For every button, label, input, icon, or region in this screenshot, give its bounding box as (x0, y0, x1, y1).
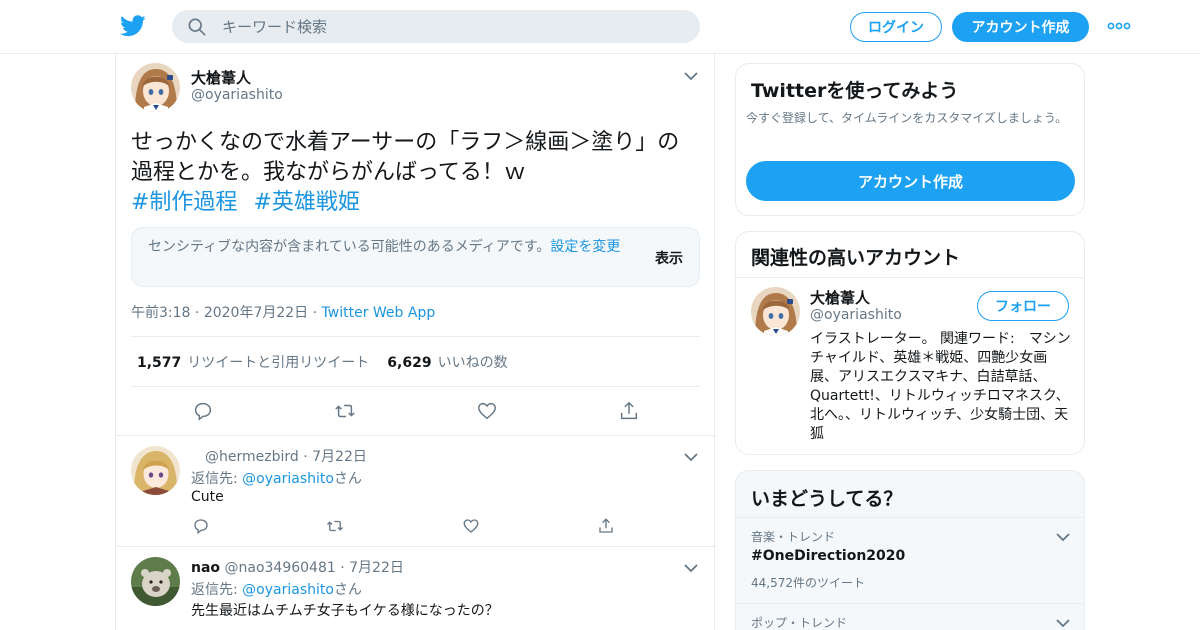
signup-card-button[interactable]: アカウント作成 (746, 161, 1075, 201)
show-media-button[interactable]: 表示 (655, 248, 683, 268)
hashtag-link[interactable]: #英雄戦姫 (253, 190, 359, 215)
related-accounts-card: 関連性の高いアカウント 大槍葦人 @oyariashito フォロー イラストレ… (735, 231, 1085, 455)
signup-button[interactable]: アカウント作成 (952, 12, 1089, 42)
avatar[interactable] (751, 287, 800, 336)
like-heart-icon[interactable] (476, 400, 498, 422)
chevron-down-icon[interactable] (684, 452, 698, 462)
tweet-source-link[interactable]: Twitter Web App (322, 305, 436, 321)
sensitive-settings-link[interactable]: 設定を変更 (550, 239, 620, 255)
tweet-actions (116, 400, 716, 422)
reply-icon[interactable] (192, 517, 210, 535)
hashtag-link[interactable]: #制作過程 (131, 190, 237, 215)
avatar[interactable] (131, 557, 180, 606)
trend-item[interactable]: ポップ・トレンド (736, 603, 1084, 630)
related-account-handle[interactable]: @oyariashito (810, 307, 902, 323)
main-timeline: 大槍葦人 @oyariashito せっかくなので水着アーサーの「ラフ＞線画＞塗… (115, 54, 716, 630)
divider (131, 386, 700, 387)
avatar-photo (131, 557, 180, 606)
divider (736, 277, 1084, 278)
related-accounts-title: 関連性の高いアカウント (751, 247, 961, 269)
chevron-down-icon[interactable] (1056, 532, 1070, 542)
trends-title: いまどうしてる？ (751, 488, 903, 510)
reply-header: @hermezbird · 7月22日 (205, 449, 367, 465)
reply-to-line: 返信先: @oyariashitoさん (191, 582, 362, 598)
reply-text: Cute (191, 489, 224, 505)
tweet-time[interactable]: 午前3:18 (131, 305, 190, 321)
login-button[interactable]: ログイン (850, 12, 942, 42)
reply-author-handle[interactable]: @hermezbird (205, 449, 299, 465)
reply-tweet[interactable]: @hermezbird · 7月22日 返信先: @oyariashitoさん … (116, 435, 716, 546)
signup-card-subtitle: 今すぐ登録して、タイムラインをカスタマイズしましょう。 (746, 111, 1068, 125)
reply-to-link[interactable]: @oyariashito (242, 582, 334, 598)
search-input[interactable] (222, 10, 682, 43)
more-icon[interactable] (1107, 18, 1131, 34)
reply-header: nao @nao34960481 · 7月22日 (191, 560, 404, 576)
tweet-stats: 1,577 リツイートと引用リツイート 6,629 いいねの数 (137, 352, 508, 372)
search-box[interactable] (172, 10, 700, 43)
retweet-icon[interactable] (334, 400, 356, 422)
search-icon (188, 18, 206, 36)
reply-author-name[interactable]: nao (191, 560, 220, 576)
reply-text: 先生最近はムチムチ女子もイケる様になったの？ (191, 603, 499, 619)
share-icon[interactable] (597, 517, 615, 535)
trend-category: 音楽・トレンド (751, 530, 836, 544)
avatar-illustration (131, 446, 180, 495)
related-account-bio: イラストレーター。 関連ワード: マシンチャイルド、英雄＊戦姫、四艶少女画展、ア… (810, 331, 1071, 442)
avatar[interactable] (131, 446, 180, 495)
reply-icon[interactable] (192, 400, 214, 422)
like-label: いいねの数 (437, 355, 508, 371)
tweet-author-name[interactable]: 大槍葦人 (191, 67, 251, 88)
sensitive-media-notice: センシティブな内容が含まれている可能性のあるメディアです。設定を変更 表示 (131, 227, 700, 287)
reply-to-link[interactable]: @oyariashito (242, 471, 334, 487)
follow-button[interactable]: フォロー (977, 291, 1069, 321)
trend-name[interactable]: #OneDirection2020 (751, 548, 905, 564)
divider (131, 336, 700, 337)
twitter-bird-icon[interactable] (120, 14, 146, 38)
avatar-illustration (751, 287, 800, 336)
top-bar: ログイン アカウント作成 (0, 0, 1200, 54)
like-stat[interactable]: 6,629 いいねの数 (387, 355, 507, 371)
related-account-name[interactable]: 大槍葦人 (810, 287, 870, 308)
trend-count: 44,572件のツイート (751, 576, 865, 590)
chevron-down-icon[interactable] (684, 71, 698, 81)
retweet-stat[interactable]: 1,577 リツイートと引用リツイート (137, 355, 369, 371)
retweet-count: 1,577 (137, 355, 182, 371)
avatar[interactable] (131, 63, 180, 112)
avatar-illustration (131, 63, 180, 112)
share-icon[interactable] (618, 400, 640, 422)
reply-date[interactable]: 7月22日 (312, 449, 367, 465)
like-heart-icon[interactable] (462, 517, 480, 535)
tweet-meta: 午前3:18 · 2020年7月22日 · Twitter Web App (131, 305, 436, 321)
sensitive-message: センシティブな内容が含まれている可能性のあるメディアです。設定を変更 (148, 238, 638, 257)
reply-tweet[interactable]: nao @nao34960481 · 7月22日 返信先: @oyariashi… (116, 546, 716, 630)
retweet-label: リツイートと引用リツイート (187, 355, 370, 371)
reply-date[interactable]: 7月22日 (349, 560, 404, 576)
like-count: 6,629 (387, 355, 432, 371)
trend-category: ポップ・トレンド (751, 616, 848, 630)
trends-card: いまどうしてる？ 音楽・トレンド #OneDirection2020 44,57… (735, 470, 1085, 630)
chevron-down-icon[interactable] (684, 563, 698, 573)
signup-card-title: Twitterを使ってみよう (751, 80, 959, 102)
reply-author-handle[interactable]: @nao34960481 (225, 560, 336, 576)
trend-item[interactable]: 音楽・トレンド #OneDirection2020 44,572件のツイート (736, 517, 1084, 603)
reply-to-line: 返信先: @oyariashitoさん (191, 471, 362, 487)
signup-card: Twitterを使ってみよう 今すぐ登録して、タイムラインをカスタマイズしましょ… (735, 63, 1085, 216)
sensitive-text: センシティブな内容が含まれている可能性のあるメディアです。 (148, 239, 551, 255)
tweet-date[interactable]: 2020年7月22日 (204, 305, 308, 321)
chevron-down-icon[interactable] (1056, 618, 1070, 628)
tweet-author-handle[interactable]: @oyariashito (191, 87, 283, 103)
retweet-icon[interactable] (326, 517, 344, 535)
tweet-text: せっかくなので水着アーサーの「ラフ＞線画＞塗り」の過程とかを。我ながらがんばって… (131, 128, 701, 218)
tweet-body: せっかくなので水着アーサーの「ラフ＞線画＞塗り」の過程とかを。我ながらがんばって… (131, 130, 680, 185)
